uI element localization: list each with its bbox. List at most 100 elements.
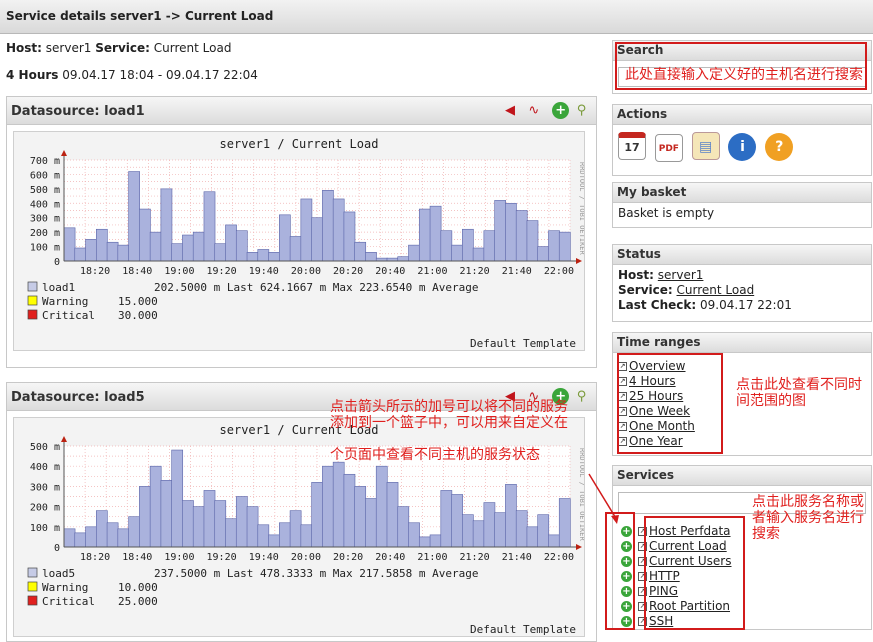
area-step [63,227,76,262]
area-step [300,198,313,262]
graph-area[interactable]: server1 / Current Load 0 100 m 200 m 300 m 40… [13,131,586,364]
range-value: 09.04.17 18:04 - 09.04.17 22:04 [62,68,258,82]
area-step [235,230,248,262]
help-icon[interactable]: ? [765,133,794,161]
status-service-link[interactable]: Current Load [677,283,755,297]
area-step [462,228,474,262]
status-panel: Status Host: server1 Service: Current Lo… [612,244,872,322]
calendar-icon[interactable]: 17 [618,132,646,160]
host-service-line: Host: server1 Service: Current Load [6,41,231,55]
x-tick-label: 20:40 [375,266,405,277]
x-tick-label: 18:20 [80,266,110,277]
legend-values: 237.5000 m Last 478.3333 m Max 217.5858 … [154,567,479,580]
area-step [505,484,517,548]
x-tick-label: 22:00 [544,266,574,277]
area-step [268,534,280,548]
area-step [279,522,291,548]
area-step [225,518,237,548]
area-step [537,514,550,548]
y-tick-label: 200 m [30,503,60,514]
area-step [246,252,259,262]
legend-name: Warning [42,295,88,308]
area-step [149,231,162,262]
area-step [343,211,356,262]
area-step [558,498,571,548]
legend-swatch [27,595,38,606]
datasource-title: Datasource: load5 [11,390,145,405]
status-host-link[interactable]: server1 [658,268,704,282]
time-ranges-title: Time ranges [613,333,871,353]
area-step [160,188,173,262]
x-tick-label: 18:40 [122,266,152,277]
area-step [192,231,205,262]
area-step [451,244,463,262]
area-step [225,224,237,262]
y-axis-arrow [61,436,67,442]
legend-name: Critical [42,309,95,322]
area-step [171,449,184,548]
plus-annotation-3: 个页面中查看不同主机的服务状态 [330,447,540,463]
x-tick-label: 18:40 [122,552,152,563]
y-tick-label: 0 [54,257,60,268]
area-step [440,490,453,548]
y-tick-label: 700 m [30,156,60,167]
area-step [408,522,420,548]
legend-values: 30.000 [118,309,158,322]
pdf-icon[interactable]: PDF [654,134,683,162]
x-axis-arrow [576,258,582,264]
area-step [182,500,194,548]
x-tick-label: 19:00 [164,266,194,277]
area-step [494,200,507,262]
y-tick-label: 0 [54,543,60,554]
page-title-bar: Service details server1 -> Current Load [0,0,873,34]
megaphone-icon[interactable]: ◀ [502,102,519,119]
area-step [139,208,151,262]
area-step [289,236,302,262]
area-step [322,465,334,548]
service-value: Current Load [153,41,232,55]
area-step [375,465,388,548]
graph-wave-icon[interactable]: ∿ [525,102,542,119]
datasource-title: Datasource: load1 [11,104,145,119]
area-step [483,502,496,548]
time-ranges-annotation-box [617,353,723,454]
add-to-basket-icon[interactable]: + [549,102,570,119]
area-step [418,208,431,262]
legend-values: 202.5000 m Last 624.1667 m Max 223.6540 … [154,281,479,294]
area-step [106,522,119,548]
services-annotation-box [644,516,745,630]
area-step [95,228,108,262]
zoom-icon[interactable]: ⚲ [573,102,590,119]
area-step [526,526,539,548]
export-icon[interactable]: ▤ [691,132,720,160]
x-axis-arrow [576,544,582,550]
area-step [203,191,216,262]
actions-panel: Actions 17 PDF ▤ i ? [612,104,872,176]
area-step [95,510,108,548]
y-tick-label: 600 m [30,170,60,181]
status-service-label: Service: [618,283,673,297]
area-step [128,516,140,548]
x-tick-label: 20:20 [333,552,363,563]
status-title: Status [613,245,871,265]
area-step [408,244,420,262]
plus-column-annotation-box [605,512,635,630]
area-step [472,520,485,548]
area-step [149,465,162,548]
area-step [85,239,97,262]
info-icon[interactable]: i [728,133,757,161]
y-tick-label: 300 m [30,482,60,493]
area-step [246,506,259,548]
legend-name: load5 [42,567,75,580]
area-step [558,231,571,262]
area-step [418,536,431,548]
area-step [332,198,345,262]
status-check-value: 09.04.17 22:01 [700,298,792,312]
area-step [515,210,528,262]
x-tick-label: 18:20 [80,552,110,563]
x-tick-label: 21:00 [417,552,447,563]
time-annotation: 点击此处查看不同时间范围的图 [736,377,862,409]
legend-swatch [27,281,38,292]
x-tick-label: 20:00 [291,552,321,563]
y-axis-arrow [61,150,67,156]
